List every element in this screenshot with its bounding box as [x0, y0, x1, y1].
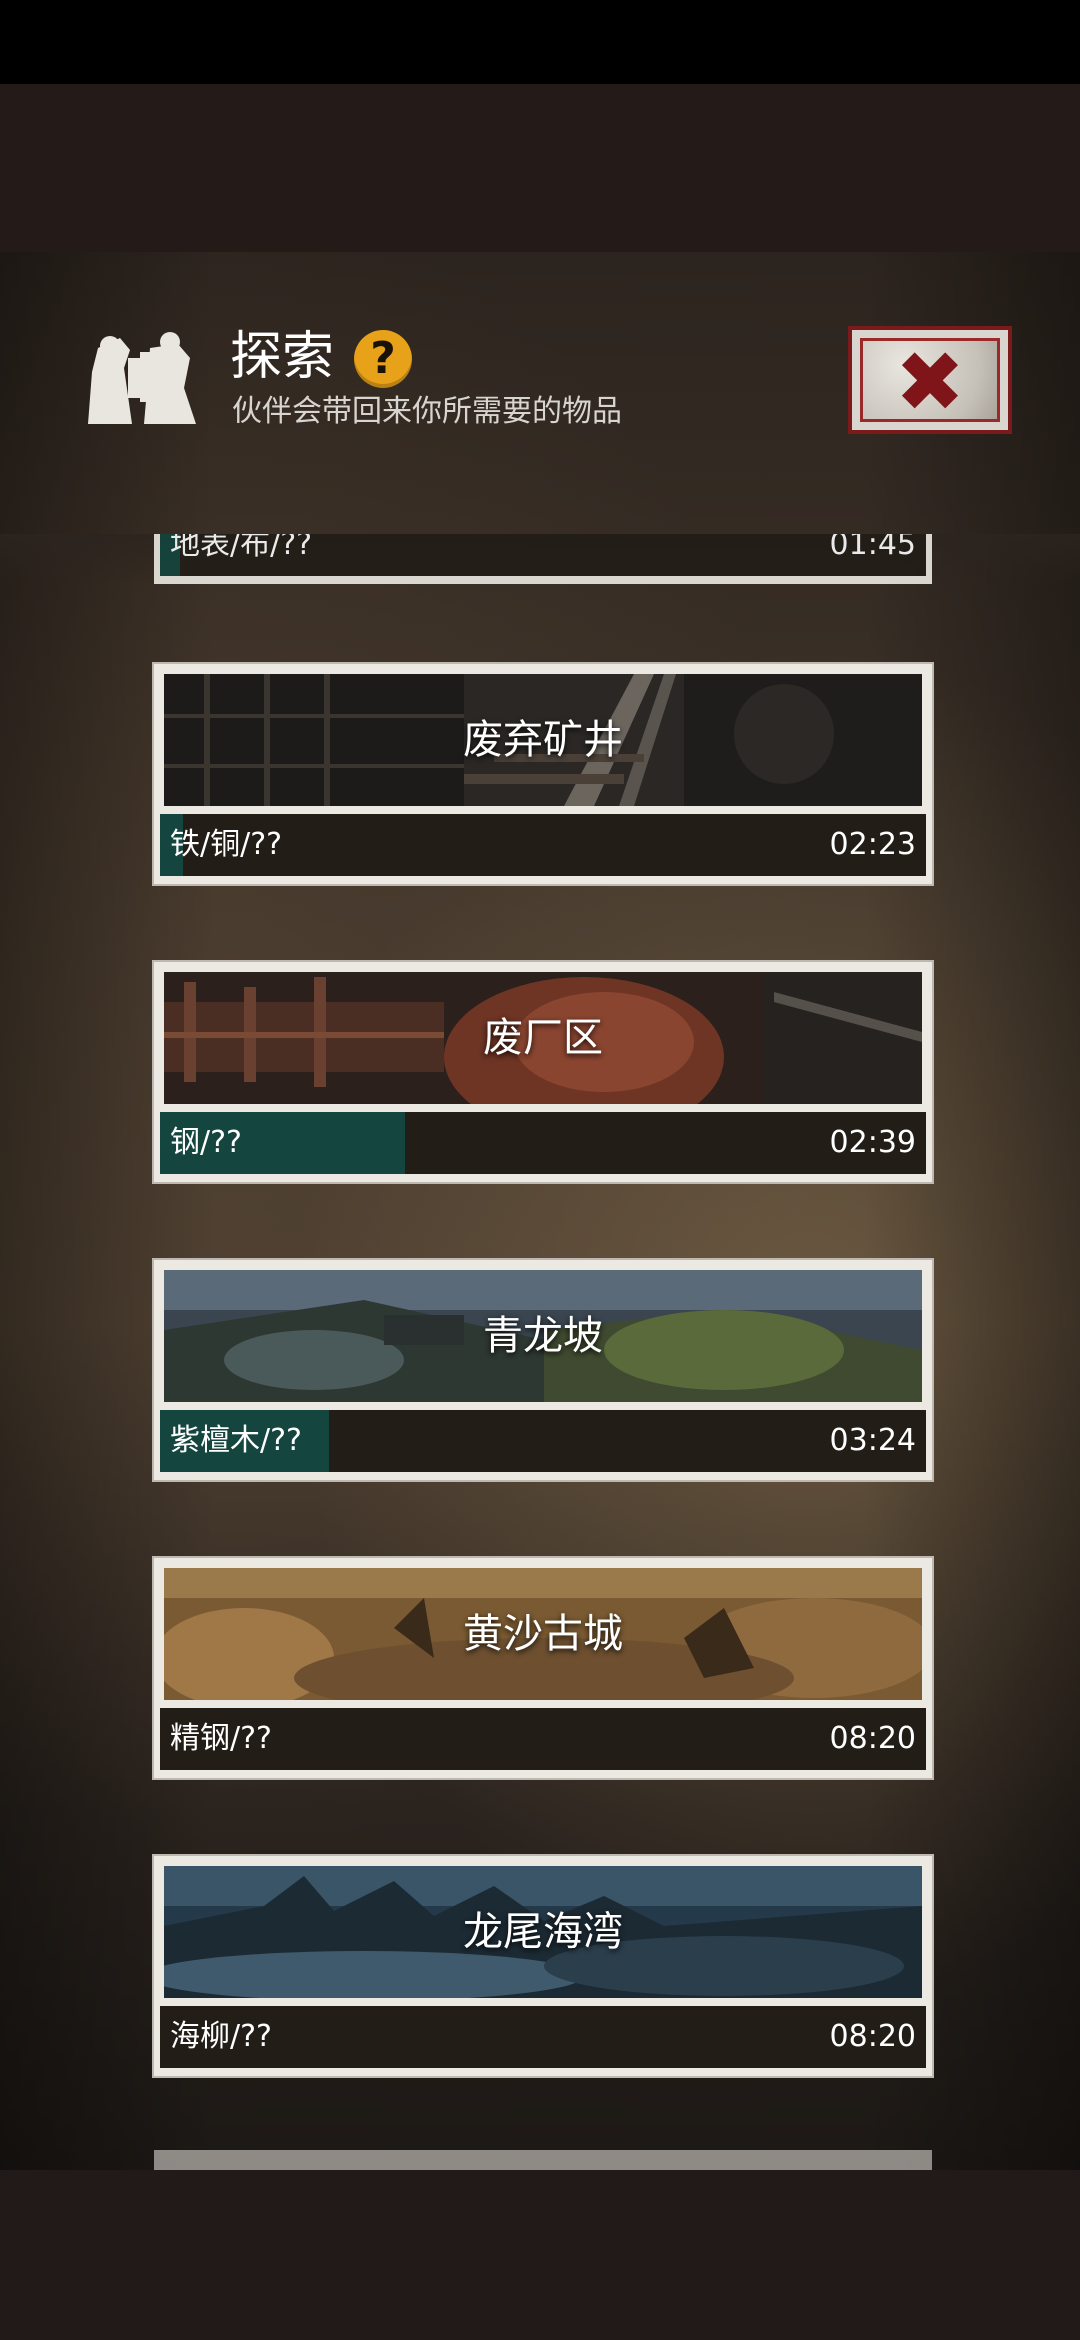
- resource-label: 紫檀木/??: [170, 1423, 302, 1458]
- time-label: 02:23: [829, 827, 916, 862]
- location-image: 废弃矿井: [164, 674, 922, 806]
- location-card-abandoned-factory[interactable]: 废厂区 钢/?? 02:39: [154, 962, 932, 1182]
- resource-label: 海柳/??: [170, 2019, 272, 2054]
- location-card-qinglong-slope[interactable]: 青龙坡 紫檀木/?? 03:24: [154, 1260, 932, 1480]
- time-label: 03:24: [829, 1423, 916, 1458]
- progress-bar: 地表/布/?? 01:45: [160, 534, 926, 576]
- location-name: 龙尾海湾: [463, 1909, 623, 1955]
- progress-bar: 海柳/?? 08:20: [160, 2006, 926, 2068]
- time-label: 02:39: [829, 1125, 916, 1160]
- location-name: 废弃矿井: [463, 717, 623, 763]
- progress-bar: 紫檀木/?? 03:24: [160, 1410, 926, 1472]
- location-name: 废厂区: [483, 1015, 603, 1061]
- companions-icon: [88, 332, 196, 424]
- page-subtitle: 伙伴会带回来你所需要的物品: [232, 394, 622, 429]
- progress-bar: 钢/?? 02:39: [160, 1112, 926, 1174]
- time-label: 08:20: [829, 2019, 916, 2054]
- location-list[interactable]: 地表/布/?? 01:45 废弃矿井 铁/铜/?? 02:23 废厂区 钢/??…: [0, 534, 1080, 2170]
- location-card-abandoned-mine[interactable]: 废弃矿井 铁/铜/?? 02:23: [154, 664, 932, 884]
- time-label: 01:45: [829, 534, 916, 562]
- progress-bar: 铁/铜/?? 02:23: [160, 814, 926, 876]
- resource-label: 地表/布/??: [170, 534, 313, 562]
- help-icon[interactable]: ?: [354, 330, 412, 388]
- location-image: 龙尾海湾: [164, 1866, 922, 1998]
- list-item-partial[interactable]: 地表/布/?? 01:45: [154, 534, 932, 584]
- location-card-sand-ancient-city[interactable]: 黄沙古城 精钢/?? 08:20: [154, 1558, 932, 1778]
- resource-label: 铁/铜/??: [170, 827, 283, 862]
- close-button[interactable]: ✖: [848, 326, 1012, 434]
- close-icon: ✖: [894, 333, 966, 431]
- screen: 地表/布/?? 01:45 废弃矿井 铁/铜/?? 02:23 废厂区 钢/??…: [0, 84, 1080, 2170]
- location-card-dragon-tail-bay[interactable]: 龙尾海湾 海柳/?? 08:20: [154, 1856, 932, 2076]
- time-label: 08:20: [829, 1721, 916, 1756]
- page-title: 探索: [230, 327, 335, 387]
- location-name: 黄沙古城: [463, 1611, 623, 1657]
- list-item-partial[interactable]: [154, 2150, 932, 2170]
- navigation-bar: [0, 2170, 1080, 2340]
- resource-label: 钢/??: [170, 1125, 242, 1160]
- resource-label: 精钢/??: [170, 1721, 272, 1756]
- location-image: 废厂区: [164, 972, 922, 1104]
- location-image: 黄沙古城: [164, 1568, 922, 1700]
- progress-bar: 精钢/?? 08:20: [160, 1708, 926, 1770]
- location-name: 青龙坡: [483, 1313, 603, 1359]
- location-image: 青龙坡: [164, 1270, 922, 1402]
- status-bar: [0, 0, 1080, 84]
